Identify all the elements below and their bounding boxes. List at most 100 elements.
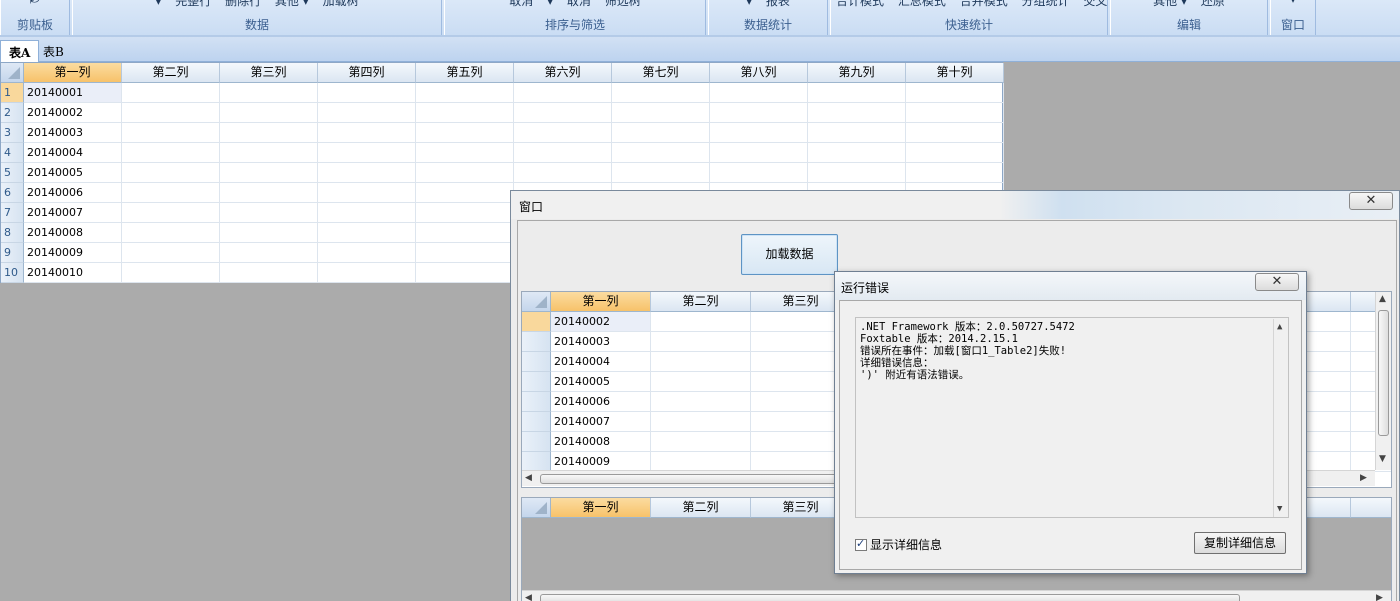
copy-details-button[interactable]: 复制详细信息 — [1194, 532, 1286, 554]
table-cell[interactable] — [514, 83, 612, 103]
table-cell[interactable]: 20140008 — [551, 432, 651, 452]
table-cell[interactable] — [651, 332, 751, 352]
table-cell[interactable] — [220, 243, 318, 263]
table-cell[interactable] — [906, 103, 1004, 123]
table-cell[interactable] — [651, 412, 751, 432]
table-cell[interactable] — [651, 372, 751, 392]
sort-dropdown[interactable]: ▾ — [547, 0, 553, 8]
table-cell[interactable] — [808, 143, 906, 163]
table-cell[interactable] — [514, 123, 612, 143]
report-button[interactable]: 报表 — [766, 0, 790, 8]
column-header[interactable]: 第一列 — [24, 63, 122, 83]
table-cell[interactable] — [318, 183, 416, 203]
table-cell[interactable]: 20140005 — [24, 163, 122, 183]
table-cell[interactable] — [416, 143, 514, 163]
table-cell[interactable] — [122, 183, 220, 203]
table-cell[interactable] — [808, 103, 906, 123]
error-text-scrollbar[interactable]: ▲ ▼ — [1273, 319, 1287, 517]
sheet-tab-a[interactable]: 表A — [0, 40, 40, 62]
checkbox-check-icon[interactable] — [855, 537, 867, 551]
table-cell[interactable] — [651, 432, 751, 452]
column-header[interactable]: 第七列 — [612, 63, 710, 83]
row-header[interactable] — [522, 352, 551, 372]
table-cell[interactable] — [612, 123, 710, 143]
scrollbar-thumb[interactable] — [540, 594, 1240, 601]
complete-row-button[interactable]: 完整行 — [175, 0, 211, 8]
cross-stats-button[interactable]: 交叉统计 — [1083, 0, 1107, 8]
summary-mode-button[interactable]: 汇总模式 — [898, 0, 946, 8]
table-cell[interactable] — [612, 163, 710, 183]
table-cell[interactable] — [612, 103, 710, 123]
table-cell[interactable]: 20140007 — [24, 203, 122, 223]
column-header[interactable]: 第二列 — [651, 498, 751, 518]
table-cell[interactable] — [318, 83, 416, 103]
select-all-corner[interactable] — [1, 63, 24, 83]
table-cell[interactable]: 20140003 — [551, 332, 651, 352]
table-cell[interactable] — [416, 163, 514, 183]
table-cell[interactable] — [612, 143, 710, 163]
cancel-sort-button[interactable]: 取消 — [509, 0, 533, 8]
row-header[interactable] — [522, 312, 551, 332]
scroll-left-icon[interactable]: ◀ — [525, 473, 532, 483]
table-cell[interactable] — [416, 103, 514, 123]
table-cell[interactable] — [906, 143, 1004, 163]
table-cell[interactable] — [122, 83, 220, 103]
sum-mode-button[interactable]: 合计模式 — [836, 0, 884, 8]
table-cell[interactable] — [220, 83, 318, 103]
load-data-button[interactable]: 加载数据 — [741, 234, 838, 275]
column-header[interactable]: 第四列 — [318, 63, 416, 83]
row-header[interactable]: 10 — [1, 263, 24, 283]
table-cell[interactable] — [318, 203, 416, 223]
table-cell[interactable] — [416, 223, 514, 243]
table-cell[interactable] — [220, 143, 318, 163]
restore-button[interactable]: 还原 — [1201, 0, 1225, 8]
scroll-right-icon[interactable]: ▶ — [1360, 473, 1367, 483]
table-cell[interactable] — [651, 312, 751, 332]
stats-dropdown[interactable]: ▾ — [746, 0, 752, 8]
table-cell[interactable] — [122, 163, 220, 183]
window-titlebar[interactable]: 窗口 ✕ — [511, 191, 1399, 219]
column-header[interactable]: 第一列 — [551, 498, 651, 518]
table-cell[interactable] — [122, 103, 220, 123]
table-cell[interactable] — [122, 243, 220, 263]
table-cell[interactable] — [416, 203, 514, 223]
table-cell[interactable] — [220, 103, 318, 123]
table-cell[interactable] — [906, 123, 1004, 143]
window-dropdown[interactable]: ▾ — [1290, 0, 1296, 6]
ribbon-data-dropdown[interactable]: ▾ — [155, 0, 161, 8]
delete-row-button[interactable]: 删除行 — [225, 0, 261, 8]
table-cell[interactable]: 20140008 — [24, 223, 122, 243]
table-cell[interactable] — [318, 103, 416, 123]
column-header[interactable]: 第八列 — [710, 63, 808, 83]
other-data-button[interactable]: 其他 ▾ — [275, 0, 309, 8]
error-detail-textbox[interactable]: .NET Framework 版本：2.0.50727.5472 Foxtabl… — [855, 317, 1289, 518]
table-cell[interactable] — [808, 83, 906, 103]
table-cell[interactable] — [651, 352, 751, 372]
column-header[interactable]: 第三列 — [220, 63, 318, 83]
column-header[interactable]: 第五列 — [416, 63, 514, 83]
column-header[interactable]: 第九列 — [808, 63, 906, 83]
table-cell[interactable] — [651, 452, 751, 472]
table-cell[interactable] — [318, 123, 416, 143]
table-cell[interactable] — [612, 83, 710, 103]
column-header[interactable]: 列 — [1351, 498, 1391, 518]
table-cell[interactable] — [416, 183, 514, 203]
row-header[interactable]: 4 — [1, 143, 24, 163]
table-cell[interactable] — [651, 392, 751, 412]
other-edit-button[interactable]: 其他 ▾ — [1153, 0, 1187, 8]
table-cell[interactable] — [710, 163, 808, 183]
table-cell[interactable] — [122, 123, 220, 143]
scroll-left-icon[interactable]: ◀ — [525, 593, 532, 601]
horizontal-scrollbar[interactable]: ◀ ▶ — [522, 590, 1391, 601]
show-detail-checkbox[interactable]: 显示详细信息 — [855, 536, 942, 553]
table-cell[interactable] — [710, 83, 808, 103]
table-cell[interactable] — [122, 203, 220, 223]
ribbon-clipboard-cmds[interactable]: ⤾ — [1, 0, 69, 6]
scroll-right-icon[interactable]: ▶ — [1376, 593, 1383, 601]
error-dialog-titlebar[interactable]: 运行错误 ✕ — [835, 272, 1306, 300]
scrollbar-thumb[interactable] — [1378, 310, 1389, 436]
row-header[interactable] — [522, 392, 551, 412]
table-cell[interactable] — [122, 143, 220, 163]
scroll-down-icon[interactable]: ▼ — [1379, 454, 1386, 464]
row-header[interactable]: 7 — [1, 203, 24, 223]
